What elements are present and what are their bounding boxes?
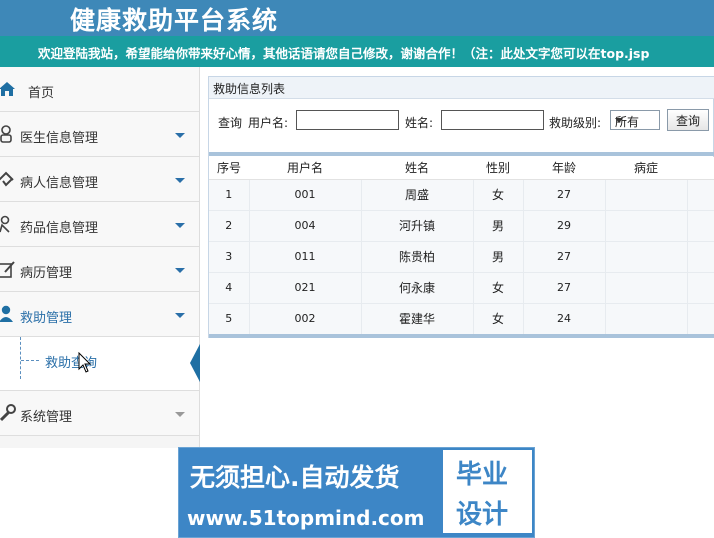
watermark-url: www.51topmind.com	[187, 506, 425, 530]
table-row[interactable]: 2 004 河升镇 男 29	[209, 210, 714, 242]
cell-index: 4	[209, 272, 250, 304]
heart-hand-icon	[0, 170, 16, 188]
cell-name: 陈贵柏	[361, 241, 474, 273]
query-button[interactable]: 查询	[667, 109, 709, 131]
mouse-cursor-icon	[78, 351, 92, 377]
level-select[interactable]: 所有	[610, 110, 660, 130]
table-row[interactable]: 4 021 何永康 女 27	[209, 272, 714, 304]
notice-bar: 欢迎登陆我站，希望能给你带来好心情，其他话语请您自己修改，谢谢合作！（注：此处文…	[0, 36, 714, 67]
cell-username: 021	[249, 272, 362, 304]
sidebar-item-label: 病历管理	[20, 266, 73, 281]
query-label: 查询	[218, 116, 243, 130]
home-icon	[0, 80, 16, 98]
cell-username: 001	[249, 179, 362, 211]
table-bottom-bar	[209, 334, 714, 338]
table-row[interactable]: 5 002 霍建华 女 24	[209, 303, 714, 335]
table-row[interactable]: 1 001 周盛 女 27	[209, 179, 714, 211]
watermark-badge: 毕业 设计	[443, 450, 532, 533]
sidebar-subitem-aid-query[interactable]: 救助查询	[0, 337, 201, 391]
cell-name: 河升镇	[361, 210, 474, 242]
cell-disease	[605, 303, 688, 335]
app-title: 健康救助平台系统	[70, 6, 279, 35]
chevron-down-icon	[175, 133, 185, 138]
chevron-down-icon	[175, 223, 185, 228]
cell-index: 2	[209, 210, 250, 242]
app-header: 健康救助平台系统	[0, 0, 714, 36]
watermark-banner: 无须担心.自动发货 www.51topmind.com 毕业 设计	[178, 447, 535, 538]
edit-icon	[0, 260, 16, 278]
aid-table: 序号 用户名 姓名 性别 年龄 病症 1 001 周盛 女 27 2 004 河…	[209, 157, 714, 335]
search-form: 查询 用户名: 姓名: 救助级别: 所有 查询	[209, 99, 714, 143]
sidebar-item-medicine[interactable]: 药品信息管理	[0, 202, 199, 247]
cell-name: 周盛	[361, 179, 474, 211]
cell-disease	[605, 241, 688, 273]
column-header: 病症	[605, 157, 687, 180]
cell-age: 27	[523, 241, 606, 273]
sidebar-item-label: 系统管理	[20, 410, 73, 425]
cell-username: 004	[249, 210, 362, 242]
panel-title: 救助信息列表	[213, 82, 286, 96]
cell-gender: 男	[473, 241, 524, 273]
cell-age: 24	[523, 303, 606, 335]
column-header: 年龄	[523, 157, 605, 180]
username-input[interactable]	[296, 110, 399, 130]
cell-disease	[605, 210, 688, 242]
cell-disease	[605, 179, 688, 211]
name-input[interactable]	[441, 110, 544, 130]
chevron-down-icon	[175, 412, 185, 417]
sidebar-item-label: 药品信息管理	[20, 221, 99, 236]
cell-index: 3	[209, 241, 250, 273]
cell-username: 002	[249, 303, 362, 335]
column-header: 序号	[209, 157, 249, 180]
table-row[interactable]: 3 011 陈贵柏 男 27	[209, 241, 714, 273]
cell-index: 1	[209, 179, 250, 211]
cell-age: 29	[523, 210, 606, 242]
cell-index: 5	[209, 303, 250, 335]
cell-name: 霍建华	[361, 303, 474, 335]
aid-list-panel: 救助信息列表 查询 用户名: 姓名: 救助级别: 所有 查询 序号 用户名 姓名…	[208, 76, 714, 338]
cell-age: 27	[523, 272, 606, 304]
watermark-badge-line2: 设计	[456, 500, 509, 530]
sidebar-item-system[interactable]: 系统管理	[0, 391, 199, 436]
name-label: 姓名:	[405, 116, 434, 130]
sidebar-item-label: 病人信息管理	[20, 176, 99, 191]
table-header-row: 序号 用户名 姓名 性别 年龄 病症	[209, 157, 714, 180]
sidebar-item-home[interactable]: 首页	[0, 67, 199, 112]
user-icon	[0, 305, 16, 323]
column-header: 性别	[473, 157, 523, 180]
cell-gender: 女	[473, 303, 524, 335]
sidebar-item-aid[interactable]: 救助管理	[0, 292, 199, 337]
main-content: 救助信息列表 查询 用户名: 姓名: 救助级别: 所有 查询 序号 用户名 姓名…	[200, 67, 714, 448]
dropdown-arrow-icon	[615, 118, 623, 123]
cell-gender: 女	[473, 272, 524, 304]
wrench-icon	[0, 404, 16, 422]
username-label: 用户名:	[248, 116, 289, 130]
chevron-down-icon	[175, 268, 185, 273]
sidebar-item-patient[interactable]: 病人信息管理	[0, 157, 199, 202]
cell-disease	[605, 272, 688, 304]
sidebar-item-doctor[interactable]: 医生信息管理	[0, 112, 199, 157]
level-label: 救助级别:	[549, 116, 602, 130]
watermark-slogan: 无须担心.自动发货	[190, 463, 400, 492]
cell-gender: 男	[473, 210, 524, 242]
cell-gender: 女	[473, 179, 524, 211]
panel-title-bar: 救助信息列表	[209, 77, 714, 99]
watermark-badge-line1: 毕业	[456, 460, 509, 490]
cell-name: 何永康	[361, 272, 474, 304]
sidebar-item-records[interactable]: 病历管理	[0, 247, 199, 292]
user-icon	[0, 125, 16, 143]
column-header: 姓名	[361, 157, 473, 180]
sidebar: 首页 医生信息管理 病人信息管理 药品信息管理 病历管理 救助管理 救助查询 系…	[0, 67, 201, 448]
cell-age: 27	[523, 179, 606, 211]
sidebar-item-label: 医生信息管理	[20, 131, 99, 146]
divider	[209, 152, 714, 156]
cell-username: 011	[249, 241, 362, 273]
notice-text: 欢迎登陆我站，希望能给你带来好心情，其他话语请您自己修改，谢谢合作！（注：此处文…	[38, 46, 650, 61]
column-header: 用户名	[249, 157, 361, 180]
people-icon	[0, 215, 16, 233]
sidebar-item-label: 首页	[28, 86, 55, 101]
sidebar-item-label: 救助管理	[20, 311, 73, 326]
chevron-down-icon	[175, 313, 185, 318]
chevron-down-icon	[175, 178, 185, 183]
